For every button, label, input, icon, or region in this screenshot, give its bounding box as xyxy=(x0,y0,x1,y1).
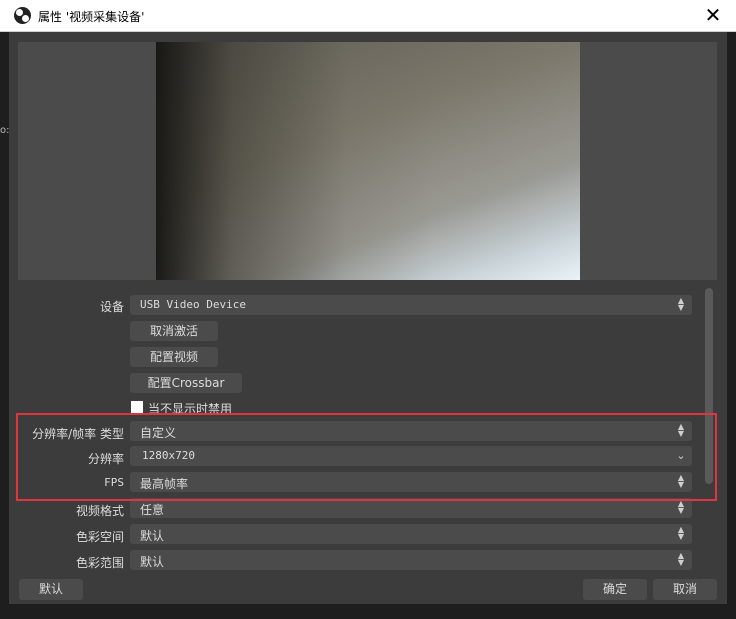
updown-arrows-icon: ▲ ▼ xyxy=(677,551,685,567)
color-range-select[interactable]: 默认 ▲ ▼ xyxy=(130,550,692,570)
color-space-value: 默认 xyxy=(140,529,165,543)
device-value: USB Video Device xyxy=(140,298,246,311)
deactivate-when-hidden-checkbox[interactable] xyxy=(131,401,143,413)
title-bar: 属性 '视频采集设备' ✕ xyxy=(0,0,736,32)
obs-logo-icon xyxy=(14,7,31,24)
updown-arrows-icon: ▲ ▼ xyxy=(677,525,685,541)
ok-button[interactable]: 确定 xyxy=(583,579,647,600)
close-button[interactable]: ✕ xyxy=(690,0,736,31)
configure-crossbar-button[interactable]: 配置Crossbar xyxy=(130,373,242,393)
device-select[interactable]: USB Video Device ▲ ▼ xyxy=(130,295,692,315)
video-format-select[interactable]: 任意 ▲ ▼ xyxy=(130,498,692,518)
color-range-value: 默认 xyxy=(140,555,165,569)
window-title: 属性 '视频采集设备' xyxy=(38,10,145,24)
defaults-button[interactable]: 默认 xyxy=(19,579,83,600)
background-window-edge: o: xyxy=(0,32,10,619)
device-label: 设备 xyxy=(99,300,124,314)
video-format-label: 视频格式 xyxy=(75,504,124,518)
camera-preview-image xyxy=(156,42,580,280)
background-window-edge-bottom xyxy=(0,604,736,619)
updown-arrows-icon: ▲ ▼ xyxy=(677,499,685,515)
cancel-button[interactable]: 取消 xyxy=(653,579,717,600)
color-space-label: 色彩空间 xyxy=(75,530,124,544)
color-space-select[interactable]: 默认 ▲ ▼ xyxy=(130,524,692,544)
background-window-edge-right xyxy=(727,32,736,619)
configure-video-button[interactable]: 配置视频 xyxy=(130,347,218,367)
highlight-box xyxy=(16,413,717,501)
deactivate-button[interactable]: 取消激活 xyxy=(130,321,218,341)
updown-arrows-icon: ▲ ▼ xyxy=(677,296,685,312)
color-range-label: 色彩范围 xyxy=(75,556,124,570)
video-format-value: 任意 xyxy=(140,503,165,517)
